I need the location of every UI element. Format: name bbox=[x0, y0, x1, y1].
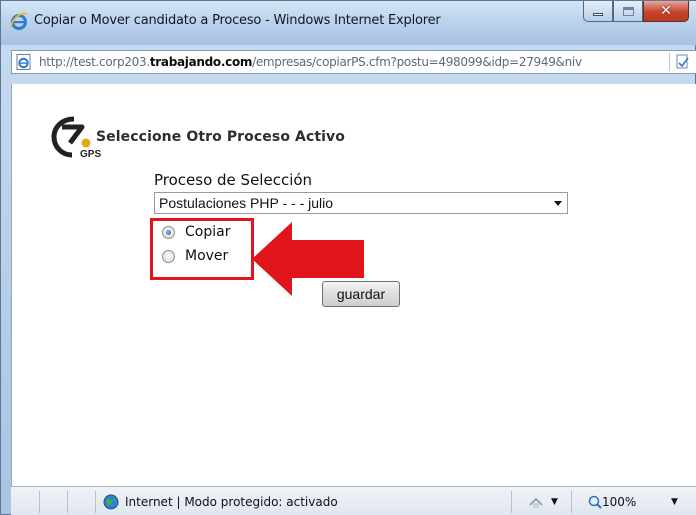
status-divider bbox=[571, 491, 572, 513]
internet-globe-icon bbox=[103, 494, 119, 510]
chevron-down-icon[interactable]: ▼ bbox=[671, 497, 678, 507]
chevron-down-icon[interactable]: ▼ bbox=[551, 497, 558, 507]
caption-buttons: ✕ bbox=[583, 1, 689, 23]
status-divider bbox=[511, 491, 512, 513]
address-separator bbox=[669, 53, 670, 71]
security-zone-text[interactable]: Internet | Modo protegido: activado bbox=[125, 495, 338, 509]
minimize-icon bbox=[593, 12, 603, 16]
process-select[interactable]: Postulaciones PHP - - - julio bbox=[154, 192, 568, 214]
mover-label: Mover bbox=[185, 248, 229, 264]
copiar-label: Copiar bbox=[185, 224, 231, 240]
address-bar[interactable]: http://test.corp203.trabajando.com/empre… bbox=[11, 50, 696, 74]
internet-explorer-icon bbox=[10, 12, 28, 30]
copiar-radio[interactable] bbox=[162, 225, 175, 239]
radio-option-copiar[interactable]: Copiar bbox=[162, 224, 230, 240]
zoom-level[interactable]: 100% bbox=[602, 495, 636, 509]
radio-highlight-box: Copiar Mover bbox=[150, 218, 254, 280]
maximize-icon bbox=[622, 6, 634, 16]
url-text[interactable]: http://test.corp203.trabajando.com/empre… bbox=[39, 55, 582, 69]
page-content: GPS Seleccione Otro Proceso Activo Proce… bbox=[11, 84, 696, 486]
process-select-value: Postulaciones PHP - - - julio bbox=[159, 195, 334, 211]
chevron-down-icon[interactable] bbox=[554, 201, 562, 206]
page-icon bbox=[16, 54, 31, 70]
url-prefix: http://test.corp203. bbox=[39, 55, 150, 69]
close-icon: ✕ bbox=[660, 3, 672, 19]
status-divider bbox=[39, 491, 40, 513]
mover-radio[interactable] bbox=[162, 249, 175, 263]
maximize-button[interactable] bbox=[613, 1, 643, 22]
svg-text:GPS: GPS bbox=[80, 149, 101, 159]
status-divider bbox=[95, 491, 96, 513]
radio-option-mover[interactable]: Mover bbox=[162, 248, 228, 264]
close-button[interactable]: ✕ bbox=[643, 1, 689, 22]
title-bar: Copiar o Mover candidato a Proceso - Win… bbox=[1, 1, 696, 45]
add-ons-icon[interactable] bbox=[527, 493, 545, 511]
status-divider bbox=[67, 491, 68, 513]
url-domain: trabajando.com bbox=[149, 55, 253, 69]
guardar-button[interactable]: guardar bbox=[322, 281, 400, 307]
process-field-label: Proceso de Selección bbox=[154, 171, 313, 189]
url-suffix: /empresas/copiarPS.cfm?postu=498099&idp=… bbox=[252, 55, 582, 69]
status-bar: Internet | Modo protegido: activado ▼ 10… bbox=[11, 486, 696, 515]
compatibility-view-icon[interactable] bbox=[676, 54, 690, 70]
page-heading: Seleccione Otro Proceso Activo bbox=[96, 129, 345, 145]
minimize-button[interactable] bbox=[583, 1, 613, 22]
window-title: Copiar o Mover candidato a Proceso - Win… bbox=[34, 13, 441, 28]
browser-window: Copiar o Mover candidato a Proceso - Win… bbox=[0, 0, 696, 515]
